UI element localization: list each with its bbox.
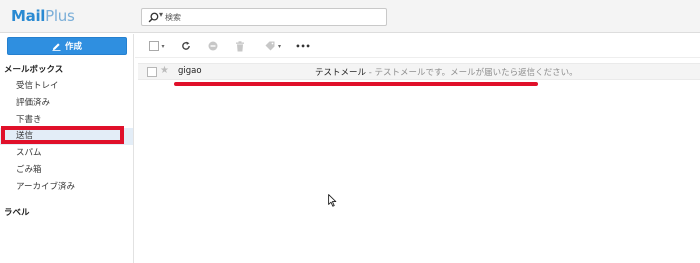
sidebar: 作成 メールボックス 受信トレイ 評価済み 下書き 送信 スパム ごみ箱 アーカ… bbox=[0, 34, 134, 263]
annotation-highlight-box bbox=[1, 126, 124, 144]
chevron-down-icon: ▾ bbox=[161, 42, 165, 50]
star-icon[interactable]: ★ bbox=[160, 65, 169, 76]
top-bar: MailPlus ▾ bbox=[0, 0, 700, 33]
mouse-cursor-icon bbox=[328, 194, 337, 207]
message-sender: gigao bbox=[178, 66, 202, 76]
chevron-down-icon: ▾ bbox=[277, 42, 281, 50]
compose-button[interactable]: 作成 bbox=[7, 37, 127, 55]
search-box[interactable]: ▾ bbox=[141, 8, 387, 26]
select-all-dropdown[interactable]: ▾ bbox=[145, 38, 169, 54]
logo-mail: Mail bbox=[11, 7, 46, 25]
trash-icon bbox=[236, 40, 244, 51]
compose-label: 作成 bbox=[64, 42, 82, 52]
message-toolbar: ▾ ▾ ••• bbox=[135, 34, 700, 58]
sidebar-item-label: 評価済み bbox=[16, 98, 51, 108]
message-checkbox[interactable] bbox=[147, 67, 157, 77]
refresh-button[interactable] bbox=[179, 38, 193, 54]
sidebar-item-starred[interactable]: 評価済み bbox=[0, 95, 133, 112]
sidebar-item-label: 受信トレイ bbox=[16, 81, 59, 91]
message-row[interactable]: ★ gigao テストメール - テストメールです。メールが届いたら返信ください… bbox=[138, 63, 700, 80]
sidebar-item-label: スパム bbox=[16, 148, 42, 158]
mailbox-section-heading[interactable]: メールボックス bbox=[4, 63, 63, 75]
annotation-underline bbox=[174, 82, 538, 86]
labels-section-heading[interactable]: ラベル bbox=[4, 206, 30, 218]
tag-icon bbox=[265, 41, 275, 51]
sidebar-item-label: ごみ箱 bbox=[16, 165, 42, 175]
logo-plus: Plus bbox=[45, 7, 75, 25]
app-logo[interactable]: MailPlus bbox=[11, 7, 75, 25]
block-button[interactable] bbox=[206, 38, 220, 54]
select-all-checkbox[interactable] bbox=[149, 41, 160, 51]
search-options-chevron-icon[interactable]: ▾ bbox=[159, 10, 163, 19]
message-preview: - テストメールです。メールが届いたら返信ください。 bbox=[366, 68, 578, 78]
sidebar-item-inbox[interactable]: 受信トレイ bbox=[0, 78, 133, 95]
sidebar-item-trash[interactable]: ごみ箱 bbox=[0, 162, 133, 179]
sidebar-item-label: アーカイブ済み bbox=[16, 182, 75, 192]
refresh-icon bbox=[182, 41, 190, 50]
minus-circle-icon bbox=[208, 41, 218, 51]
more-button[interactable]: ••• bbox=[295, 38, 311, 54]
pencil-icon bbox=[52, 42, 61, 51]
delete-button[interactable] bbox=[233, 38, 247, 54]
sidebar-item-archived[interactable]: アーカイブ済み bbox=[0, 179, 133, 196]
search-input[interactable] bbox=[165, 10, 380, 24]
sidebar-item-spam[interactable]: スパム bbox=[0, 145, 133, 162]
label-dropdown[interactable]: ▾ bbox=[262, 38, 284, 54]
message-subject-line: テストメール - テストメールです。メールが届いたら返信ください。 bbox=[315, 66, 578, 78]
message-subject: テストメール bbox=[315, 68, 367, 78]
sidebar-item-label: 下書き bbox=[16, 115, 42, 125]
search-icon[interactable] bbox=[148, 12, 159, 23]
